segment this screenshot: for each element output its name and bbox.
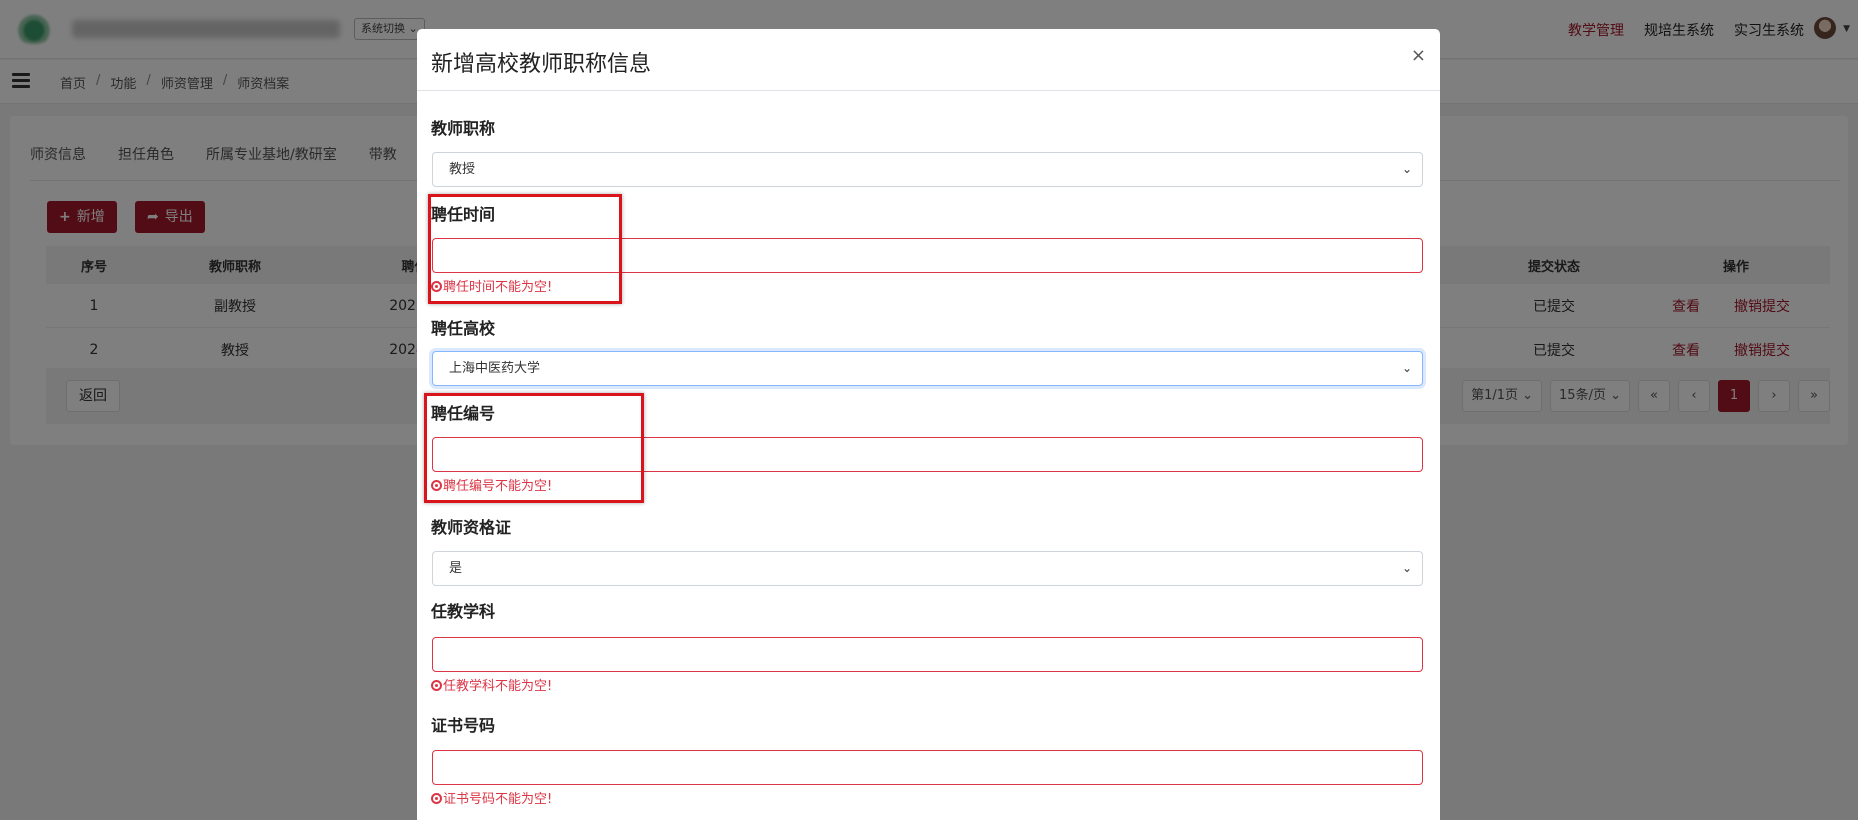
subject-error: 任教学科不能为空! (431, 675, 552, 694)
chevron-down-icon: ⌄ (1401, 361, 1412, 375)
annotation-box-appoint-time (428, 194, 622, 304)
error-icon (431, 793, 442, 804)
title-select[interactable]: 教授 ⌄ (432, 152, 1423, 187)
modal-header: 新增高校教师职称信息 × (417, 29, 1440, 91)
qualification-select[interactable]: 是 ⌄ (432, 551, 1423, 586)
cert-no-label: 证书号码 (431, 716, 496, 735)
close-icon[interactable]: × (1411, 45, 1426, 66)
qualification-label: 教师资格证 (431, 518, 512, 537)
appoint-school-select[interactable]: 上海中医药大学 ⌄ (432, 351, 1423, 386)
subject-label: 任教学科 (431, 602, 496, 621)
cert-no-error: 证书号码不能为空! (431, 788, 552, 807)
chevron-down-icon: ⌄ (1401, 162, 1412, 176)
annotation-box-appoint-no (424, 393, 644, 503)
subject-input[interactable] (432, 637, 1423, 672)
appoint-school-label: 聘任高校 (431, 319, 496, 338)
chevron-down-icon: ⌄ (1401, 561, 1412, 575)
title-label: 教师职称 (431, 119, 496, 138)
error-icon (431, 680, 442, 691)
cert-no-input[interactable] (432, 750, 1423, 785)
modal-title: 新增高校教师职称信息 (431, 52, 652, 77)
